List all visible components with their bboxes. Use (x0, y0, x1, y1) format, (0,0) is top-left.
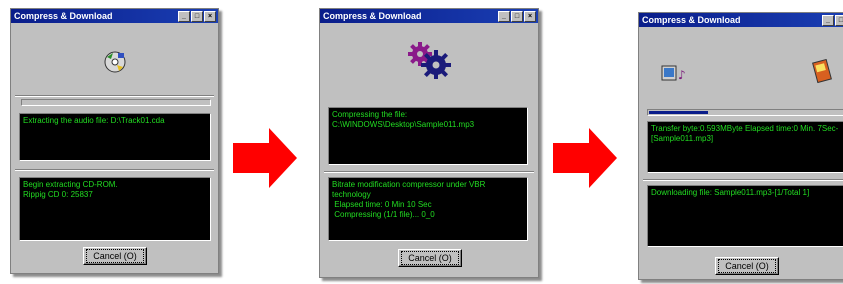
close-button[interactable]: × (524, 11, 536, 22)
arrow-right-icon (233, 128, 297, 188)
window-titlebar[interactable]: Compress & Download _ □ × (320, 9, 538, 23)
window-titlebar[interactable]: Compress & Download _ □ × (11, 9, 218, 23)
window-title: Compress & Download (642, 15, 741, 25)
cancel-button[interactable]: Cancel (O) (715, 257, 779, 275)
arrow-right-icon (553, 128, 617, 188)
progress-bar (647, 109, 843, 116)
progress-fill (649, 111, 708, 114)
cancel-label: Cancel (O) (401, 251, 459, 265)
close-button[interactable]: × (204, 11, 216, 22)
minimize-button[interactable]: _ (498, 11, 510, 22)
window-extract: Compress & Download _ □ × Extracting the… (10, 8, 219, 274)
progress-bar (21, 99, 211, 106)
window-titlebar[interactable]: Compress & Download _ □ (639, 13, 843, 27)
minimize-button[interactable]: _ (178, 11, 190, 22)
status-console-top: Transfer byte:0.593MByte Elapsed time:0 … (647, 121, 843, 173)
status-console-bottom: Downloading file: Sample011.mp3-[1/Total… (647, 185, 843, 247)
cancel-button[interactable]: Cancel (O) (83, 247, 147, 265)
cancel-button[interactable]: Cancel (O) (398, 249, 462, 267)
gears-icon (406, 41, 452, 84)
window-download: Compress & Download _ □ ♪ Transfer byte:… (638, 12, 843, 280)
status-console-top: Extracting the audio file: D:\Track01.cd… (19, 113, 211, 161)
maximize-button[interactable]: □ (511, 11, 523, 22)
window-compress: Compress & Download _ □ × Compressing th… (319, 8, 539, 278)
computer-music-icon: ♪ (661, 65, 687, 88)
status-console-bottom: Begin extracting CD-ROM. Rippig CD 0: 25… (19, 177, 211, 241)
status-console-top: Compressing the file: C:\WINDOWS\Desktop… (328, 107, 528, 165)
cancel-label: Cancel (O) (86, 249, 144, 263)
mp3-player-icon (811, 58, 833, 90)
cancel-label: Cancel (O) (718, 259, 776, 273)
maximize-button[interactable]: □ (835, 15, 843, 26)
window-title: Compress & Download (323, 11, 422, 21)
window-title: Compress & Download (14, 11, 113, 21)
minimize-button[interactable]: _ (822, 15, 834, 26)
cd-disc-icon (101, 49, 129, 80)
maximize-button[interactable]: □ (191, 11, 203, 22)
svg-text:♪: ♪ (678, 68, 686, 82)
status-console-bottom: Bitrate modification compressor under VB… (328, 177, 528, 241)
